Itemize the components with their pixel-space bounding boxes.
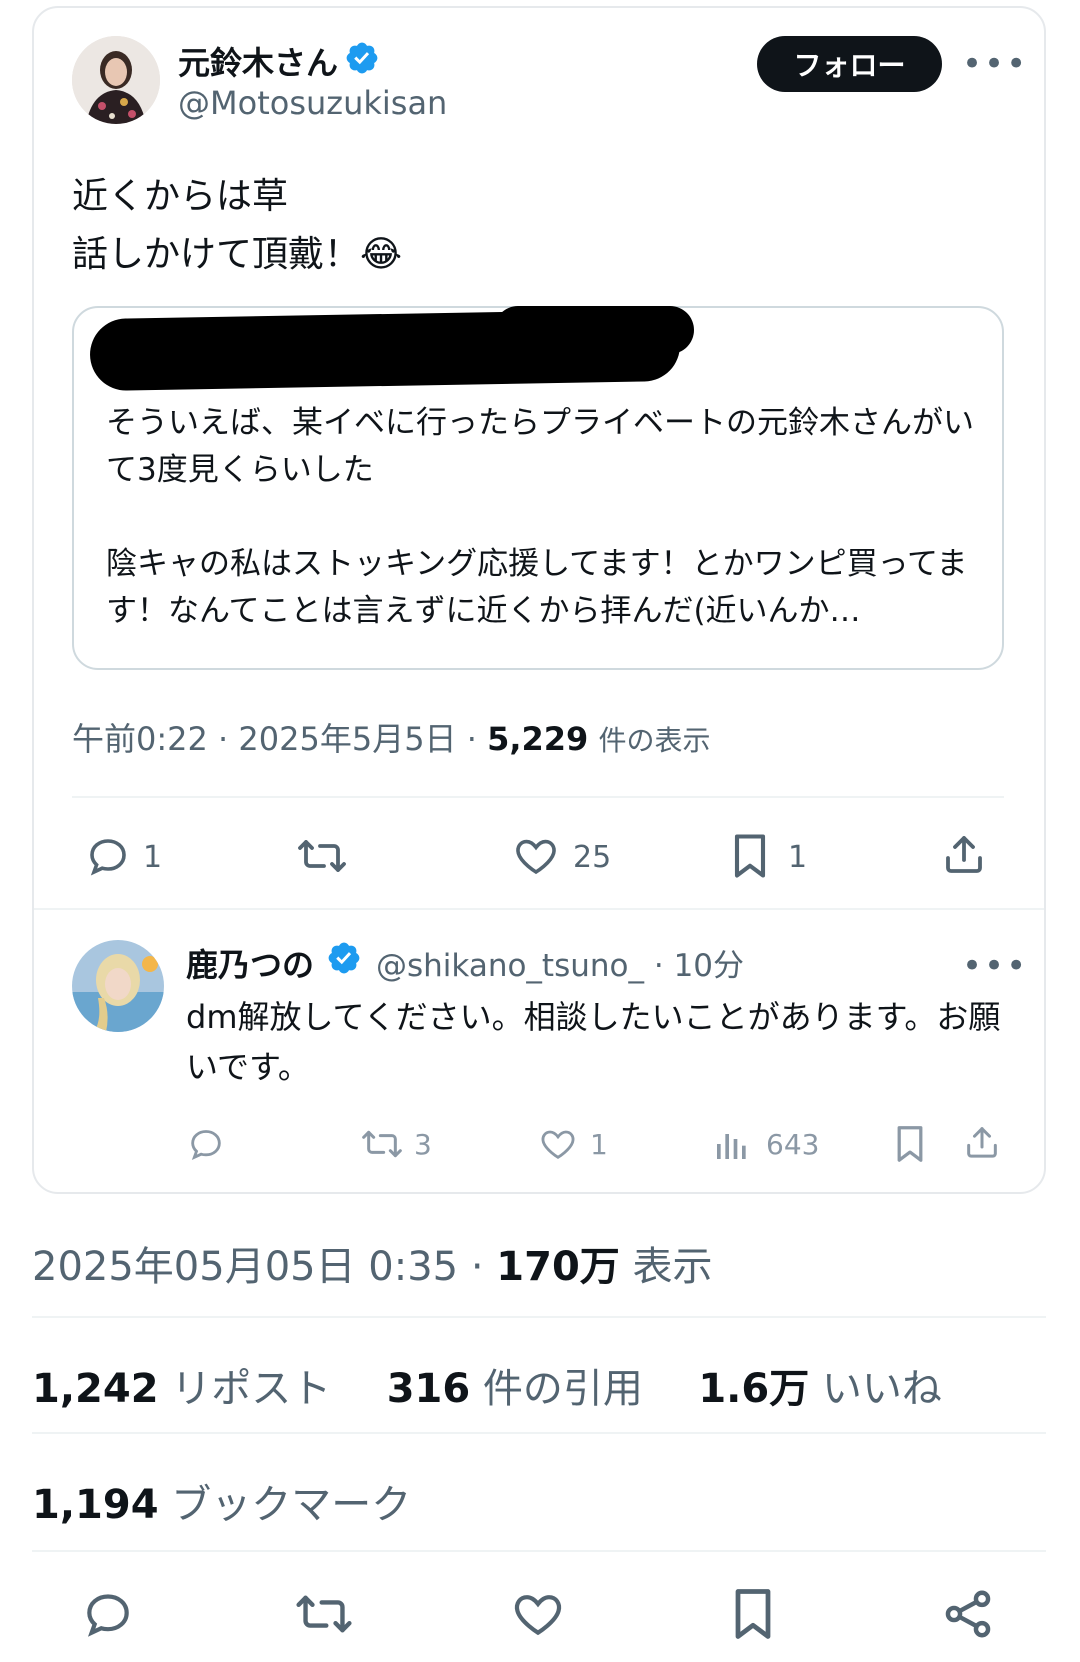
- reply-more-options-icon[interactable]: •••: [962, 946, 1028, 986]
- like-button[interactable]: [512, 832, 560, 880]
- reply-button[interactable]: [84, 832, 132, 880]
- reply-avatar[interactable]: [72, 940, 164, 1032]
- author-avatar[interactable]: [72, 36, 160, 124]
- post-datetime[interactable]: 2025年05月05日 0:35: [32, 1244, 458, 1290]
- reply-retweet-button[interactable]: [360, 1124, 404, 1164]
- quoted-tweet[interactable]: そういえば、某イベに行ったらプライベートの元鈴木さんがいて3度見くらいした 陰キ…: [72, 306, 1004, 670]
- reply-share-icon[interactable]: [962, 1122, 1002, 1162]
- verified-badge-icon: [344, 40, 380, 80]
- post-metadata: 2025年05月05日 0:35 · 170万 表示: [32, 1234, 713, 1292]
- reply-handle-and-time: @shikano_tsuno_ · 10分: [376, 940, 744, 985]
- reply-author-name[interactable]: 鹿乃つの: [186, 940, 314, 986]
- likes-stat[interactable]: 1.6万 いいね: [698, 1366, 942, 1412]
- author-name[interactable]: 元鈴木さん: [178, 38, 338, 84]
- quotes-stat[interactable]: 316 件の引用: [387, 1366, 643, 1412]
- divider: [34, 908, 1044, 910]
- verified-badge-icon: [326, 940, 362, 980]
- more-options-icon[interactable]: •••: [962, 44, 1028, 84]
- reply-time[interactable]: · 10分: [654, 948, 744, 984]
- bookmark-button[interactable]: [728, 830, 772, 882]
- bookmarks-stat[interactable]: 1,194 ブックマーク: [32, 1472, 411, 1530]
- post-views-label: 表示: [632, 1244, 713, 1290]
- divider: [32, 1316, 1046, 1318]
- tweet-metadata: 午前0:22 · 2025年5月5日 · 5,229 件の表示: [72, 720, 711, 758]
- bottom-reply-button[interactable]: [80, 1586, 136, 1642]
- bottom-like-button[interactable]: [510, 1586, 566, 1642]
- reply-reply-button[interactable]: [186, 1124, 226, 1164]
- reply-views-count: 643: [766, 1128, 820, 1161]
- reply-bookmark-button[interactable]: [892, 1122, 928, 1166]
- tweet-text-line-1: 近くからは草: [72, 176, 289, 217]
- share-icon[interactable]: [940, 830, 988, 878]
- retweet-button[interactable]: [296, 832, 348, 880]
- like-count: 25: [573, 840, 612, 875]
- reply-like-button[interactable]: [538, 1124, 578, 1164]
- views-label: 件の表示: [598, 724, 711, 757]
- redaction-mark-tail: [494, 306, 694, 354]
- divider: [32, 1550, 1046, 1552]
- follow-button[interactable]: フォロー: [757, 36, 942, 92]
- author-handle[interactable]: @Motosuzukisan: [178, 84, 447, 122]
- reply-count: 1: [143, 840, 163, 875]
- reposts-stat[interactable]: 1,242 リポスト: [32, 1366, 331, 1412]
- bottom-bookmark-button[interactable]: [728, 1584, 778, 1644]
- views-count: 5,229: [487, 720, 589, 758]
- reply-like-count: 1: [590, 1128, 608, 1161]
- tweet-time[interactable]: 午前0:22: [72, 720, 208, 758]
- tweet-text: 近くからは草 話しかけて頂戴！😂: [72, 168, 402, 284]
- engagement-stats: 1,242 リポスト 316 件の引用 1.6万 いいね: [32, 1356, 942, 1414]
- reply-text: dm解放してください。相談したいことがあります。お願いです。: [186, 998, 1001, 1086]
- post-views-count: 170万: [496, 1244, 620, 1290]
- bookmark-count: 1: [788, 840, 808, 875]
- divider: [72, 796, 1004, 798]
- bottom-retweet-button[interactable]: [294, 1586, 354, 1642]
- views-chart-icon[interactable]: [712, 1124, 752, 1164]
- tweet-text-line-2: 話しかけて頂戴！😂: [72, 234, 403, 275]
- bottom-share-icon[interactable]: [940, 1586, 996, 1642]
- quoted-tweet-text: そういえば、某イベに行ったらプライベートの元鈴木さんがいて3度見くらいした 陰キ…: [106, 405, 974, 629]
- reply-retweet-count: 3: [414, 1128, 432, 1161]
- tweet-date[interactable]: 2025年5月5日: [238, 720, 456, 758]
- reply-handle[interactable]: @shikano_tsuno_: [376, 948, 644, 984]
- post-separator: ·: [470, 1244, 484, 1290]
- divider: [32, 1432, 1046, 1434]
